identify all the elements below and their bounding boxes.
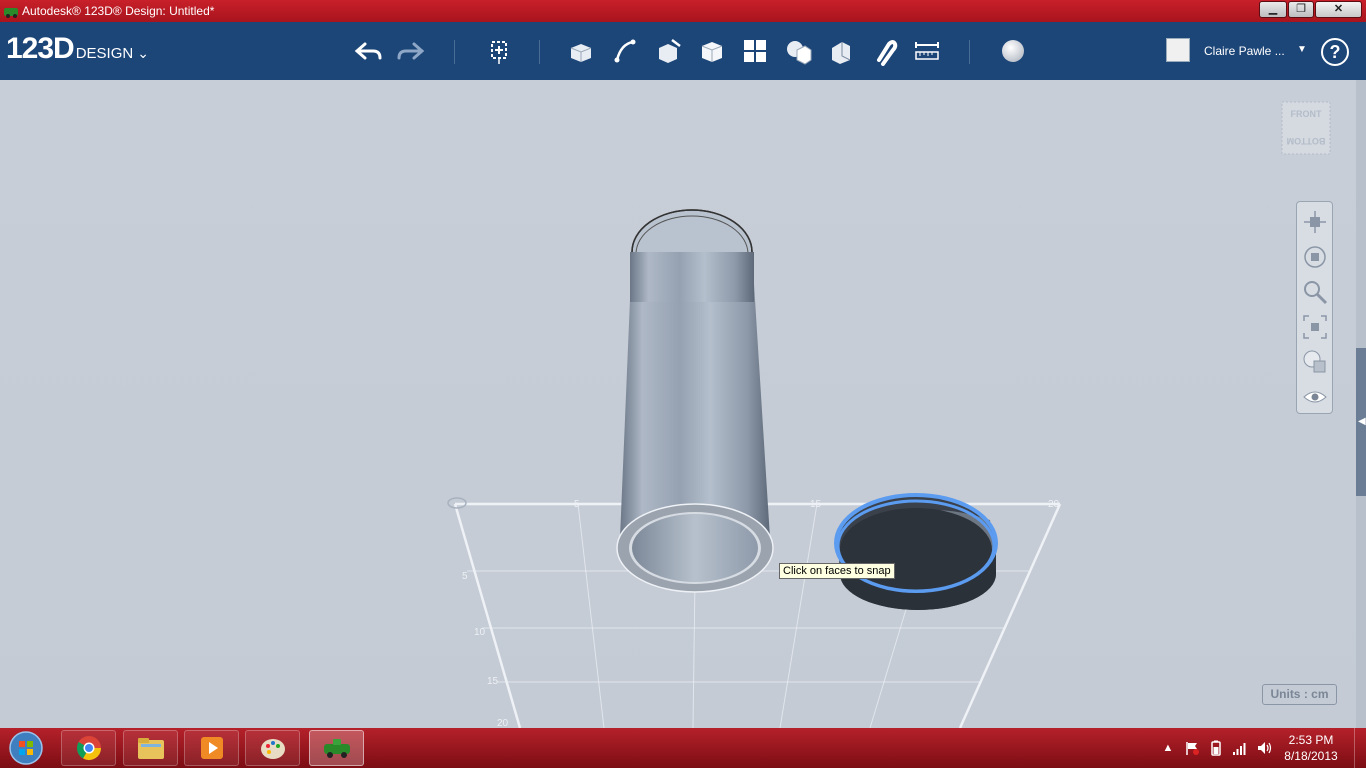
snap-tooltip: Click on faces to snap [779, 563, 895, 579]
grid-label: 15 [810, 499, 822, 510]
grid-label: 5 [574, 499, 580, 510]
orbit-icon[interactable] [1301, 243, 1329, 271]
toolbar-separator [969, 40, 970, 64]
construct-icon [659, 39, 681, 63]
snap-button[interactable] [866, 34, 902, 68]
viewcube[interactable]: FRONT BOTTOM [1278, 96, 1334, 162]
start-button[interactable] [6, 730, 46, 766]
tube-body[interactable] [616, 209, 774, 593]
taskbar-media-player[interactable] [184, 730, 239, 766]
chevron-down-icon: ⌄ [137, 45, 149, 61]
fit-view-icon[interactable] [1301, 313, 1329, 341]
network-signal-icon[interactable] [1232, 740, 1248, 756]
primitives-button[interactable] [564, 34, 600, 68]
close-button[interactable]: ✕ [1315, 1, 1362, 18]
grid-label: 10 [474, 627, 486, 638]
grouping-icon [787, 41, 812, 65]
undo-button[interactable] [350, 34, 386, 68]
grid-label: 15 [487, 676, 499, 687]
redo-button[interactable] [393, 34, 429, 68]
volume-icon[interactable] [1256, 740, 1272, 756]
ruler-icon [915, 42, 939, 60]
taskbar-explorer[interactable] [123, 730, 178, 766]
toolbar-separator [539, 40, 540, 64]
magnet-icon [877, 40, 898, 66]
media-player-icon [200, 737, 223, 759]
modify-icon [701, 42, 723, 62]
taskbar-clock[interactable]: 2:53 PM 8/18/2013 [1280, 732, 1342, 764]
user-menu-dropdown-icon[interactable]: ▼ [1297, 44, 1307, 55]
zoom-icon[interactable] [1301, 278, 1329, 306]
grid-label: 5 [462, 571, 468, 582]
window-titlebar: Autodesk® 123D® Design: Untitled* ▁ ❐ ✕ [0, 0, 1366, 22]
help-button[interactable]: ? [1321, 38, 1349, 66]
user-name[interactable]: Claire Pawle ... [1204, 44, 1285, 58]
viewcube-front-label: FRONT [1291, 109, 1322, 119]
show-desktop-button[interactable] [1354, 728, 1366, 768]
material-button[interactable] [995, 34, 1031, 68]
measure-button[interactable] [909, 34, 945, 68]
3d-viewport[interactable]: 5 10 15 20 5 10 15 20 [0, 80, 1356, 728]
pattern-icon [744, 40, 766, 62]
pan-icon[interactable] [1301, 208, 1329, 236]
logo-subtext: DESIGN [75, 45, 134, 62]
transform-icon [491, 41, 507, 64]
sketch-icon [614, 39, 636, 63]
taskbar-chrome[interactable] [61, 730, 116, 766]
logo-text: 123D [6, 32, 75, 65]
minimize-button[interactable]: ▁ [1259, 1, 1287, 18]
app-icon [4, 8, 18, 18]
paint-palette-icon [260, 739, 285, 759]
windows-taskbar: ▲ 2:53 PM 8/18/2013 [0, 728, 1366, 768]
construct-button[interactable] [651, 34, 687, 68]
window-title: Autodesk® 123D® Design: Untitled* [22, 4, 215, 18]
taskbar-paint[interactable] [245, 730, 300, 766]
tray-overflow-icon[interactable]: ▲ [1160, 740, 1176, 756]
viewcube-bottom-label: BOTTOM [1287, 136, 1326, 146]
maximize-button[interactable]: ❐ [1288, 1, 1314, 18]
units-indicator[interactable]: Units : cm [1262, 684, 1337, 705]
visual-style-icon[interactable] [1301, 348, 1329, 376]
combine-icon [832, 42, 851, 64]
toolbar-separator [454, 40, 455, 64]
undo-icon [354, 42, 382, 60]
scene-canvas[interactable]: 5 10 15 20 5 10 15 20 [0, 80, 1356, 728]
folder-icon [137, 738, 164, 759]
eye-icon[interactable] [1301, 383, 1329, 411]
grid-label: 20 [497, 718, 509, 728]
clock-time: 2:53 PM [1288, 733, 1334, 747]
primitives-icon [570, 44, 592, 62]
navigation-bar [1296, 201, 1333, 414]
cap-body[interactable] [834, 493, 998, 610]
grouping-button[interactable] [780, 34, 816, 68]
main-toolbar: 123D DESIGN ⌄ Claire Pawle ... ▼ ? [0, 22, 1366, 80]
123d-app-icon [323, 739, 350, 758]
expand-panel-icon[interactable]: ◀ [1358, 416, 1366, 427]
material-sphere-icon [1002, 40, 1024, 62]
action-center-flag-icon[interactable] [1184, 740, 1200, 756]
sketch-button[interactable] [608, 34, 644, 68]
redo-icon [397, 42, 425, 60]
transform-button[interactable] [481, 34, 517, 68]
pattern-button[interactable] [737, 34, 773, 68]
grid-label: 20 [1048, 499, 1060, 510]
combine-button[interactable] [823, 34, 859, 68]
app-menu-button[interactable]: 123D DESIGN ⌄ [6, 32, 149, 66]
chrome-icon [76, 736, 101, 761]
battery-icon[interactable] [1208, 740, 1224, 756]
modify-button[interactable] [694, 34, 730, 68]
taskbar-123d-design[interactable] [309, 730, 364, 766]
clock-date: 8/18/2013 [1284, 749, 1338, 763]
side-panel-strip: ◀ [1356, 80, 1366, 728]
avatar[interactable] [1166, 38, 1190, 62]
